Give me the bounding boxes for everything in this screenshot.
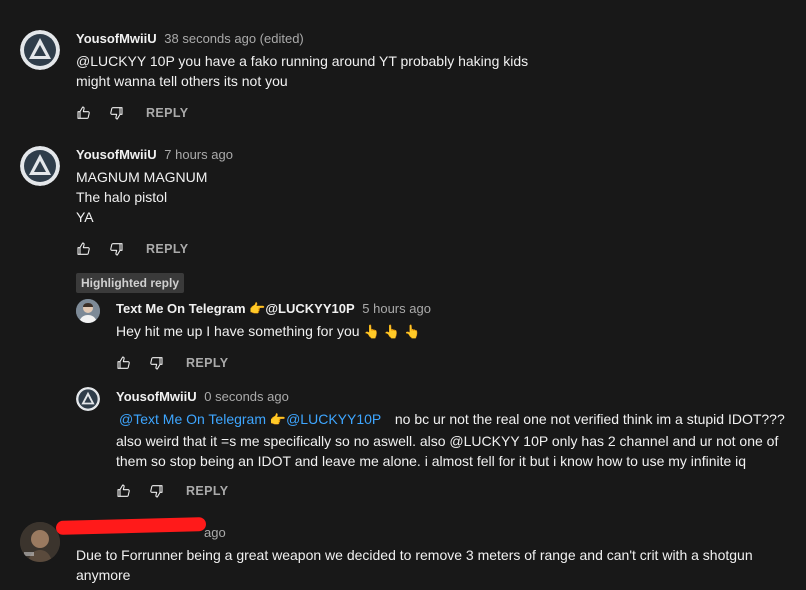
comment-line: anymore — [76, 567, 131, 583]
triangle-logo-icon[interactable] — [20, 30, 60, 70]
comment-meta: YousofMwiiU 7 hours ago — [76, 147, 233, 162]
redaction-mark — [55, 517, 207, 535]
reply-text: Hey hit me up I have something for you — [116, 323, 360, 339]
author-name[interactable]: Text Me On Telegram — [116, 301, 246, 316]
reply-text: no bc ur not the real one not verified t… — [394, 411, 785, 427]
thumb-down-icon[interactable] — [108, 105, 124, 121]
comment-line: The halo pistol — [76, 189, 168, 205]
comment-meta: YousofMwiiU 38 seconds ago (edited) — [76, 31, 304, 46]
comment-actions: REPLY — [76, 237, 189, 261]
comment-meta: YousofMwiiU 0 seconds ago — [116, 389, 289, 404]
comment-line: also weird that it =s me specifically so… — [116, 433, 779, 449]
pointing-hand-icon: 👉 — [269, 413, 287, 428]
comment-line: them so stop being an IDOT and leave me … — [116, 453, 747, 469]
triangle-logo-icon[interactable] — [76, 387, 100, 411]
person-photo-icon[interactable] — [76, 299, 100, 323]
comment-line: @Text Me On Telegram 👉@LUCKYY10P no bc u… — [116, 409, 785, 431]
comment-line: might wanna tell others its not you — [76, 73, 288, 89]
thumb-up-icon[interactable] — [76, 241, 92, 257]
author-name[interactable]: YousofMwiiU — [76, 147, 157, 162]
thumb-up-icon[interactable] — [76, 105, 92, 121]
person-photo-icon[interactable] — [20, 522, 60, 562]
timestamp[interactable]: ago — [204, 525, 226, 540]
timestamp[interactable]: 38 seconds ago (edited) — [164, 31, 303, 46]
thumb-down-icon[interactable] — [148, 483, 164, 499]
reply-button[interactable]: REPLY — [146, 106, 189, 120]
timestamp[interactable]: 7 hours ago — [164, 147, 233, 162]
timestamp[interactable]: 5 hours ago — [362, 301, 431, 316]
pointing-up-emoji-icon: 👆 👆 👆 — [363, 325, 421, 340]
comment-line: Hey hit me up I have something for you 👆… — [116, 321, 420, 343]
reply-button[interactable]: REPLY — [146, 242, 189, 256]
comment-meta: Text Me On Telegram 👉@LUCKYY10P 5 hours … — [116, 301, 431, 317]
thumb-up-icon[interactable] — [116, 355, 132, 371]
comment-line: MAGNUM MAGNUM — [76, 169, 208, 185]
comment-line: Due to Forrunner being a great weapon we… — [76, 547, 753, 563]
thumb-down-icon[interactable] — [108, 241, 124, 257]
triangle-logo-icon[interactable] — [20, 146, 60, 186]
comment-body: Hey hit me up I have something for you 👆… — [116, 321, 420, 343]
thumb-down-icon[interactable] — [148, 355, 164, 371]
comment-body: @LUCKYY 10P you have a fako running arou… — [76, 51, 528, 91]
reply-button[interactable]: REPLY — [186, 484, 229, 498]
reply-button[interactable]: REPLY — [186, 356, 229, 370]
comment-body: @Text Me On Telegram 👉@LUCKYY10P no bc u… — [116, 409, 785, 471]
pointing-hand-icon: 👉 — [249, 302, 266, 317]
comment-body: Due to Forrunner being a great weapon we… — [76, 545, 753, 585]
comment-meta: ago — [200, 525, 226, 540]
mention-link[interactable]: @LUCKYY10P — [286, 411, 381, 427]
timestamp[interactable]: 0 seconds ago — [204, 389, 289, 404]
comment-actions: REPLY — [76, 101, 189, 125]
highlighted-reply-badge: Highlighted reply — [76, 273, 185, 293]
comment-body: MAGNUM MAGNUM The halo pistol YA — [76, 167, 207, 227]
comment-line: YA — [76, 209, 94, 225]
comment-actions: REPLY — [116, 479, 229, 503]
mention-link[interactable]: @Text Me On Telegram — [119, 411, 266, 427]
comment-line: @LUCKYY 10P you have a fako running arou… — [76, 53, 529, 69]
author-name[interactable]: YousofMwiiU — [116, 389, 197, 404]
thumb-up-icon[interactable] — [116, 483, 132, 499]
author-mention[interactable]: @LUCKYY10P — [265, 301, 354, 316]
comment-actions: REPLY — [116, 351, 229, 375]
author-name[interactable]: YousofMwiiU — [76, 31, 157, 46]
